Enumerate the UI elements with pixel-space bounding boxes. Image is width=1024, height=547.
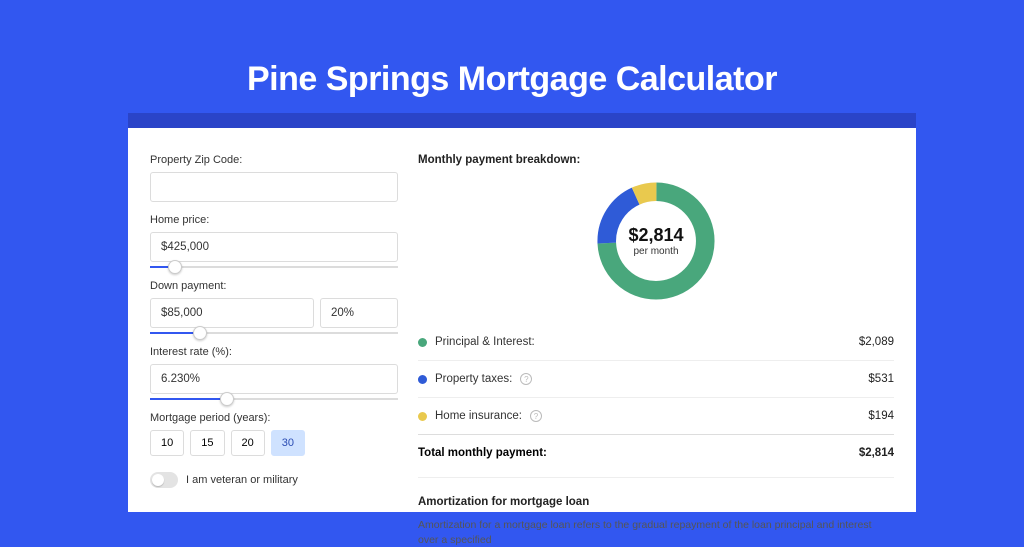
period-button-10[interactable]: 10: [150, 430, 184, 456]
slider-thumb[interactable]: [193, 326, 207, 340]
home-price-slider[interactable]: [150, 266, 398, 268]
total-label: Total monthly payment:: [418, 447, 547, 459]
veteran-row: I am veteran or military: [150, 472, 398, 488]
period-label: Mortgage period (years):: [150, 412, 398, 424]
interest-label: Interest rate (%):: [150, 346, 398, 358]
group-zip: Property Zip Code:: [150, 154, 398, 202]
breakdown-title: Monthly payment breakdown:: [418, 154, 894, 166]
legend-dot: [418, 375, 427, 384]
down-payment-input[interactable]: [150, 298, 314, 328]
group-period: Mortgage period (years): 1015 2030: [150, 412, 398, 456]
amortization-title: Amortization for mortgage loan: [418, 496, 894, 508]
breakdown-panel: Monthly payment breakdown: $2,814 per mo…: [418, 154, 894, 490]
period-button-20[interactable]: 20: [231, 430, 265, 456]
donut-center: $2,814 per month: [591, 176, 721, 306]
interest-input[interactable]: [150, 364, 398, 394]
input-panel: Property Zip Code: Home price: Down paym…: [150, 154, 398, 490]
zip-label: Property Zip Code:: [150, 154, 398, 166]
legend-row: Property taxes:? $531: [418, 360, 894, 397]
down-payment-slider[interactable]: [150, 332, 398, 334]
period-button-30[interactable]: 30: [271, 430, 305, 456]
period-button-15[interactable]: 15: [190, 430, 224, 456]
legend-value: $194: [868, 410, 894, 422]
legend-dot: [418, 338, 427, 347]
legend-value: $2,089: [859, 336, 894, 348]
interest-slider[interactable]: [150, 398, 398, 400]
donut-chart: $2,814 per month: [591, 176, 721, 306]
veteran-label: I am veteran or military: [186, 474, 298, 486]
page-title: Pine Springs Mortgage Calculator: [0, 0, 1024, 99]
legend-label: Principal & Interest:: [435, 336, 535, 348]
legend-value: $531: [868, 373, 894, 385]
donut-sub: per month: [633, 246, 678, 257]
calculator-card: Property Zip Code: Home price: Down paym…: [128, 128, 916, 512]
veteran-toggle[interactable]: [150, 472, 178, 488]
info-icon[interactable]: ?: [530, 410, 542, 422]
home-price-input[interactable]: [150, 232, 398, 262]
down-payment-pct-input[interactable]: [320, 298, 398, 328]
donut-value: $2,814: [628, 225, 683, 246]
legend-dot: [418, 412, 427, 421]
info-icon[interactable]: ?: [520, 373, 532, 385]
slider-thumb[interactable]: [168, 260, 182, 274]
total-value: $2,814: [859, 447, 894, 459]
legend-label: Property taxes:: [435, 373, 512, 385]
slider-thumb[interactable]: [220, 392, 234, 406]
down-payment-label: Down payment:: [150, 280, 398, 292]
group-home-price: Home price:: [150, 214, 398, 268]
zip-input[interactable]: [150, 172, 398, 202]
legend-total-row: Total monthly payment: $2,814: [418, 434, 894, 471]
home-price-label: Home price:: [150, 214, 398, 226]
group-down-payment: Down payment:: [150, 280, 398, 334]
group-interest: Interest rate (%):: [150, 346, 398, 400]
legend-row: Home insurance:? $194: [418, 397, 894, 434]
amortization-section: Amortization for mortgage loan Amortizat…: [418, 477, 894, 547]
amortization-body: Amortization for a mortgage loan refers …: [418, 518, 894, 547]
legend-row: Principal & Interest: $2,089: [418, 324, 894, 360]
legend-label: Home insurance:: [435, 410, 522, 422]
card-shadow: [128, 113, 916, 128]
